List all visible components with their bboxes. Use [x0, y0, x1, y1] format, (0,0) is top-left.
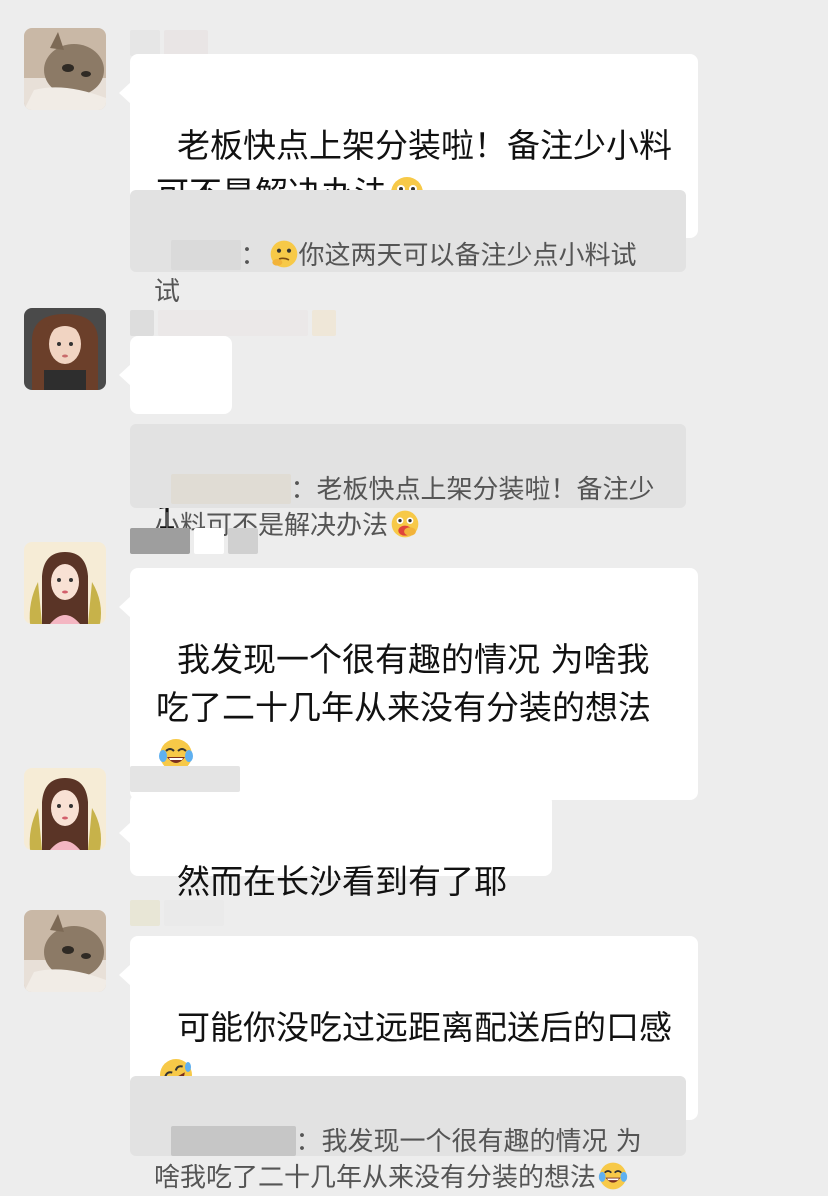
- sender-name-redacted: [130, 30, 212, 56]
- quoted-sender-redacted: [170, 474, 291, 504]
- quoted-reply[interactable]: ：我发现一个很有趣的情况 为啥我吃了二十几年从来没有分装的想法: [130, 1076, 686, 1193]
- quoted-reply[interactable]: ：你这两天可以备注少点小料试试: [130, 190, 686, 307]
- thinking-face-icon: [269, 239, 299, 269]
- sender-avatar-cartoon-girl[interactable]: [24, 542, 106, 624]
- sender-avatar-cat[interactable]: [24, 910, 106, 992]
- message-bubble[interactable]: 然而在长沙看到有了耶: [119, 794, 552, 901]
- message-text: 我发现一个很有趣的情况 为啥我吃了二十几年从来没有分装的想法: [156, 640, 651, 727]
- quote-prefix: ：: [295, 1127, 322, 1157]
- message-text: 然而在长沙看到有了耶: [176, 862, 507, 901]
- message-text: 可能你没吃过远距离配送后的口感: [176, 1008, 672, 1047]
- sender-name-redacted: [130, 766, 244, 792]
- sender-avatar-cartoon-girl[interactable]: [24, 768, 106, 850]
- sender-avatar-woman[interactable]: [24, 308, 106, 390]
- sender-avatar-cat[interactable]: [24, 28, 106, 110]
- sender-name-redacted: [130, 310, 340, 336]
- message-bubble[interactable]: ＋1: [119, 336, 232, 537]
- sender-name-redacted: [130, 900, 228, 926]
- sender-name-redacted: [130, 528, 262, 554]
- tears-of-joy-icon: [598, 1161, 628, 1191]
- quote-prefix: ：: [290, 475, 317, 505]
- quote-prefix: ：: [240, 241, 267, 271]
- quoted-sender-redacted: [170, 240, 241, 270]
- quoted-reply[interactable]: ：老板快点上架分装啦！备注少小料可不是解决办法: [130, 424, 686, 541]
- quoted-sender-redacted: [170, 1126, 296, 1156]
- face-with-hand-over-mouth-icon: [390, 509, 420, 539]
